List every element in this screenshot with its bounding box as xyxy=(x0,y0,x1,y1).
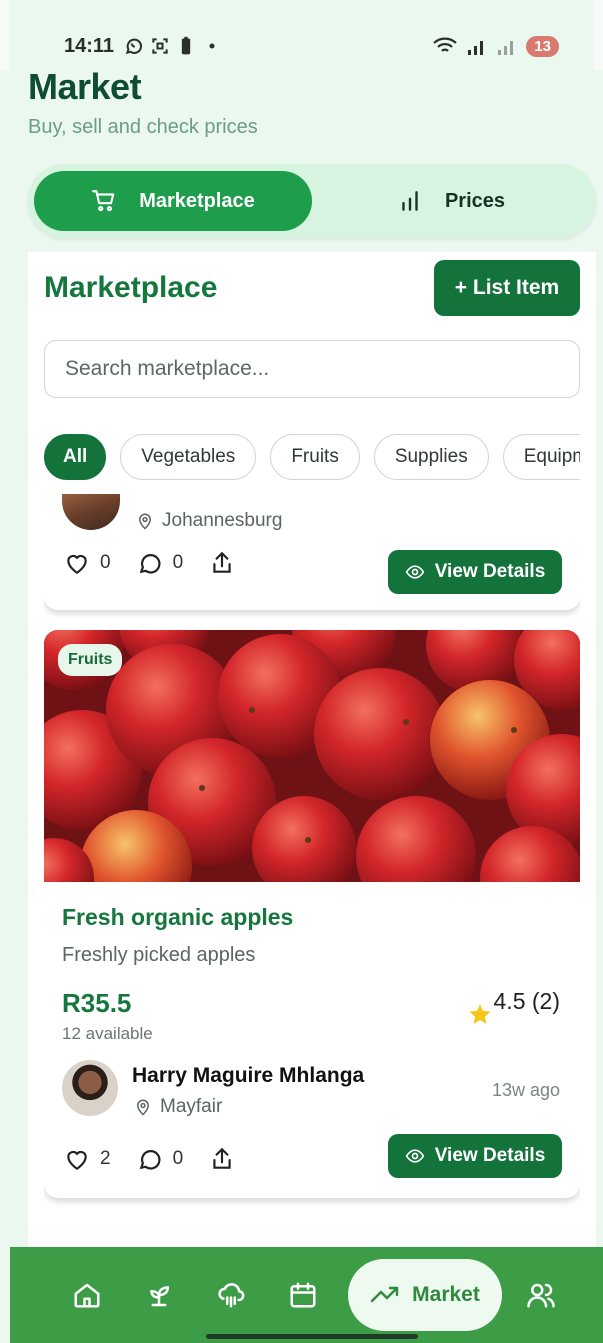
eye-icon xyxy=(405,565,425,579)
calendar-icon xyxy=(290,1282,316,1308)
posted-time: 13w ago xyxy=(491,1080,560,1100)
cart-icon xyxy=(92,190,115,212)
chip-vegetables[interactable]: Vegetables xyxy=(120,434,257,480)
status-time: 14:11 xyxy=(64,34,115,57)
comment-icon xyxy=(139,554,161,574)
product-title: Fresh organic apples xyxy=(62,904,294,930)
cloud-rain-icon xyxy=(218,1283,245,1308)
avatar xyxy=(62,494,120,530)
comment-count: 0 xyxy=(172,552,184,573)
listing-card[interactable]: Fruits Fresh organic apples Freshly pick… xyxy=(44,630,580,1198)
category-filter-chips: All Vegetables Fruits Supplies Equipm xyxy=(44,434,580,482)
like-button[interactable]: 0 xyxy=(64,550,111,576)
apples-image xyxy=(44,630,580,882)
battery-level: 13 xyxy=(526,35,559,57)
bar-chart-icon xyxy=(402,191,418,211)
list-item-button[interactable]: + List Item xyxy=(434,260,580,316)
panel-title: Marketplace xyxy=(44,271,218,304)
availability: 12 available xyxy=(62,1024,153,1043)
listing-card: Johannesburg 0 0 View Details xyxy=(44,494,580,610)
nav-market[interactable]: Market xyxy=(348,1259,502,1331)
listings-feed[interactable]: Johannesburg 0 0 View Details Fruits Fre… xyxy=(44,494,580,1247)
heart-icon xyxy=(67,1150,87,1171)
map-pin-icon xyxy=(138,513,152,530)
tab-marketplace-label: Marketplace xyxy=(139,189,255,212)
nav-market-label: Market xyxy=(412,1283,480,1306)
nav-home[interactable] xyxy=(70,1278,104,1312)
comment-button[interactable]: 0 xyxy=(137,550,184,576)
panel-header: Marketplace + List Item xyxy=(44,260,580,316)
map-pin-icon xyxy=(136,1099,150,1116)
whatsapp-icon xyxy=(125,38,143,55)
dot-icon xyxy=(209,43,215,49)
wifi-icon xyxy=(433,37,458,52)
listing-actions: 0 0 xyxy=(64,550,235,576)
star-icon xyxy=(469,1004,491,1024)
location-text: Johannesburg xyxy=(162,510,283,531)
product-image: Fruits xyxy=(44,630,580,882)
nav-weather[interactable] xyxy=(214,1278,248,1312)
market-tabs: Marketplace Prices xyxy=(28,164,596,238)
chip-equipment[interactable]: Equipm xyxy=(502,434,580,480)
like-count: 0 xyxy=(100,552,111,573)
bottom-nav: Market xyxy=(10,1247,603,1343)
share-icon xyxy=(213,1147,231,1169)
eye-icon xyxy=(405,1149,425,1163)
signal-icon xyxy=(468,41,484,55)
comment-count: 0 xyxy=(172,1148,184,1169)
seller-location: Johannesburg xyxy=(136,510,282,532)
users-icon xyxy=(527,1283,555,1308)
rating-value: 4.5 (2) xyxy=(493,988,560,1014)
seller-name[interactable]: Harry Maguire Mhlanga xyxy=(132,1064,364,1088)
share-button[interactable] xyxy=(209,550,235,576)
chip-all[interactable]: All xyxy=(44,434,107,480)
tab-prices-label: Prices xyxy=(444,189,506,212)
like-count: 2 xyxy=(100,1148,111,1169)
share-button[interactable] xyxy=(209,1146,235,1172)
screenshot-icon xyxy=(152,38,168,54)
nav-calendar[interactable] xyxy=(286,1278,320,1312)
home-icon xyxy=(74,1283,100,1308)
share-icon xyxy=(213,551,231,573)
nav-crops[interactable] xyxy=(142,1278,176,1312)
like-button[interactable]: 2 xyxy=(64,1146,111,1172)
status-bar: 14:11 13 xyxy=(0,0,603,70)
battery-saver-icon xyxy=(181,36,191,55)
view-details-label: View Details xyxy=(434,561,546,582)
listing-actions: 2 0 xyxy=(64,1146,235,1172)
view-details-label: View Details xyxy=(434,1145,546,1166)
comment-icon xyxy=(139,1150,161,1170)
chip-supplies[interactable]: Supplies xyxy=(373,434,489,480)
tab-prices[interactable]: Prices xyxy=(312,171,590,231)
app-header: Market Buy, sell and check prices xyxy=(28,66,258,139)
location-text: Mayfair xyxy=(160,1096,223,1117)
page-title: Market xyxy=(28,66,142,107)
seller-location: Mayfair xyxy=(134,1096,222,1118)
avatar[interactable] xyxy=(62,1060,118,1116)
nav-community[interactable] xyxy=(524,1278,558,1312)
sprout-icon xyxy=(150,1286,170,1307)
product-rating: 4.5 (2) xyxy=(468,988,560,1026)
product-description: Freshly picked apples xyxy=(62,944,256,966)
search-input[interactable] xyxy=(44,340,580,398)
view-details-button[interactable]: View Details xyxy=(388,1134,562,1178)
market-trend-icon xyxy=(370,1286,399,1303)
marketplace-panel: Marketplace + List Item All Vegetables F… xyxy=(28,252,596,1247)
chip-fruits[interactable]: Fruits xyxy=(270,434,360,480)
tab-marketplace[interactable]: Marketplace xyxy=(34,171,312,231)
heart-icon xyxy=(67,554,87,575)
home-indicator[interactable] xyxy=(206,1334,418,1339)
signal-icon-2 xyxy=(498,41,514,55)
category-badge: Fruits xyxy=(58,644,123,676)
view-details-button[interactable]: View Details xyxy=(388,550,562,594)
comment-button[interactable]: 0 xyxy=(137,1146,184,1172)
product-price: R35.5 xyxy=(62,988,132,1018)
page-subtitle: Buy, sell and check prices xyxy=(28,116,258,138)
